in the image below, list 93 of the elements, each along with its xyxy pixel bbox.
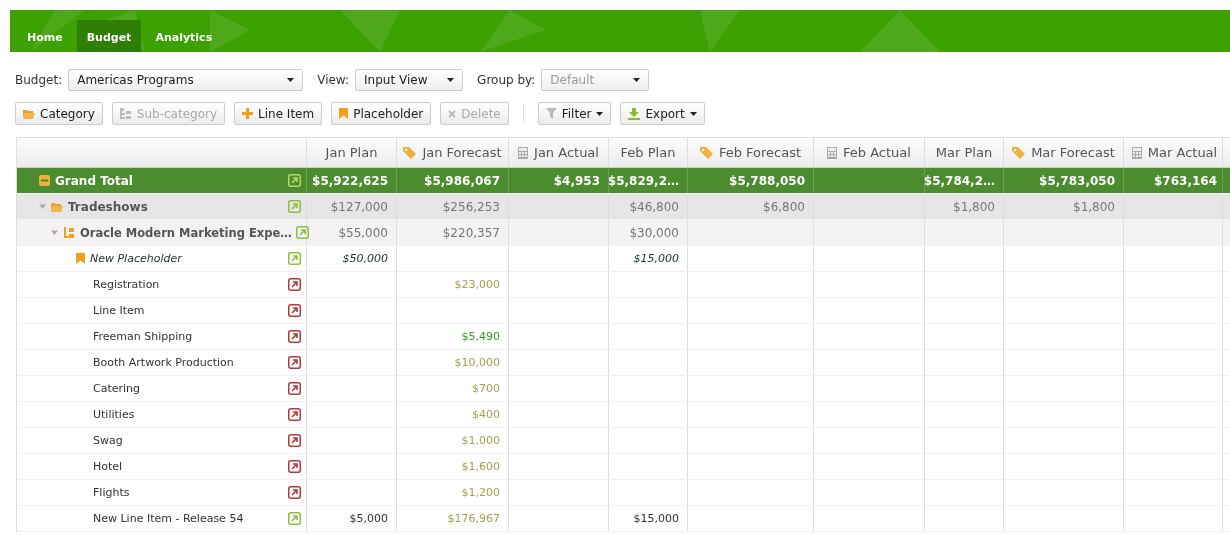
table-cell: $5,829,2… (609, 173, 679, 188)
row-label: Tradeshows (68, 199, 148, 214)
table-cell: $1,600 (461, 460, 500, 473)
row-label: Hotel (93, 460, 123, 473)
filter-icon (545, 108, 557, 119)
column-header[interactable]: Jan Plan (307, 138, 397, 167)
table-cell: $176,967 (447, 512, 500, 525)
row-label: Freeman Shipping (93, 330, 193, 343)
column-header[interactable]: Feb Actual (814, 138, 925, 167)
link-arrow-icon[interactable] (288, 434, 301, 447)
table-cell: $763,164 (1154, 173, 1217, 188)
column-header[interactable]: Mar Forecast (1004, 138, 1124, 167)
table-cell: $1,800 (1073, 199, 1115, 214)
caret-icon (447, 78, 455, 82)
hierarchy-icon (119, 108, 132, 119)
caret-icon (287, 78, 295, 82)
field-label: Budget: (15, 73, 63, 87)
table-cell: $5,922,625 (312, 173, 388, 188)
calculator-icon (1131, 146, 1142, 159)
toolbar-button[interactable]: Category (15, 102, 103, 125)
folder-icon (23, 108, 35, 119)
plus-icon (242, 108, 254, 119)
link-arrow-icon[interactable] (288, 408, 301, 421)
calculator-icon (827, 146, 838, 159)
toolbar-button[interactable]: Line Item (234, 102, 323, 125)
hierarchy-icon (63, 226, 75, 239)
table-cell: $220,357 (442, 225, 500, 240)
caret-icon (633, 78, 641, 82)
caret-icon (596, 111, 604, 116)
table-cell: $1,000 (461, 434, 500, 447)
field-label: View: (317, 73, 350, 87)
table-cell: $5,783,050 (1039, 173, 1115, 188)
tag-icon (403, 146, 417, 159)
table-cell: $5,986,067 (424, 173, 500, 188)
row-label: Booth Artwork Production (93, 356, 234, 369)
tag-icon (699, 146, 713, 159)
caret-icon (689, 111, 697, 116)
table-cell: $256,253 (442, 199, 500, 214)
table-cell: $1,200 (461, 486, 500, 499)
link-arrow-icon[interactable] (288, 486, 301, 499)
link-arrow-icon[interactable] (288, 356, 301, 369)
link-arrow-icon[interactable] (288, 278, 301, 291)
link-arrow-icon[interactable] (288, 330, 301, 343)
row-label: Registration (93, 278, 160, 291)
column-header[interactable]: Feb Forecast (688, 138, 814, 167)
row-label: Catering (93, 382, 141, 395)
bookmark-icon (76, 253, 85, 264)
dropdown[interactable]: Americas Programs (68, 69, 304, 91)
table-cell: $30,000 (629, 225, 679, 240)
row-label: Flights (93, 486, 130, 499)
link-arrow-icon[interactable] (288, 304, 301, 317)
table-cell: $4,953 (553, 173, 600, 188)
table-cell: $15,000 (633, 512, 679, 525)
toolbar-button[interactable]: Placeholder (331, 102, 432, 125)
close-icon (448, 109, 457, 118)
row-label: Line Item (93, 304, 145, 317)
table-cell: $5,490 (461, 330, 500, 343)
dropdown[interactable]: Input View (355, 69, 464, 91)
download-icon (628, 107, 641, 120)
table-cell: $46,800 (629, 199, 679, 214)
table-cell: $1,800 (953, 199, 995, 214)
table-cell: $700 (472, 382, 500, 395)
table-cell: $23,000 (454, 278, 500, 291)
row-label: New Placeholder (90, 252, 182, 265)
column-header[interactable]: Jan Forecast (397, 138, 509, 167)
row-label: Grand Total (55, 173, 133, 188)
column-header[interactable]: Mar Actual (1124, 138, 1223, 167)
table-cell: $55,000 (338, 225, 388, 240)
table-cell: $5,784,2… (925, 173, 995, 188)
table-cell: $15,000 (633, 252, 679, 265)
table-cell: $127,000 (330, 199, 388, 214)
folder-icon (51, 201, 63, 212)
bookmark-icon (339, 108, 349, 119)
field-label: Group by: (477, 73, 536, 87)
table-cell: $5,000 (349, 512, 388, 525)
menu-button[interactable]: Export (620, 102, 705, 125)
column-header[interactable]: Jan Actual (509, 138, 609, 167)
table-cell: $5,788,050 (729, 173, 805, 188)
tag-icon (1012, 146, 1026, 159)
row-label: New Line Item - Release 54 (93, 512, 244, 525)
table-cell: $10,000 (454, 356, 500, 369)
calculator-icon (518, 146, 529, 159)
link-arrow-icon[interactable] (288, 460, 301, 473)
column-header[interactable]: Mar Plan (925, 138, 1004, 167)
column-header[interactable]: Feb Plan (609, 138, 688, 167)
table-cell: $400 (472, 408, 500, 421)
menu-button[interactable]: Filter (537, 102, 612, 125)
table-cell: $50,000 (342, 252, 388, 265)
row-label: Swag (93, 434, 123, 447)
link-arrow-icon[interactable] (288, 382, 301, 395)
row-label: Utilities (93, 408, 135, 421)
row-label: Oracle Modern Marketing Expe… (80, 225, 292, 240)
table-cell: $6,800 (763, 199, 805, 214)
